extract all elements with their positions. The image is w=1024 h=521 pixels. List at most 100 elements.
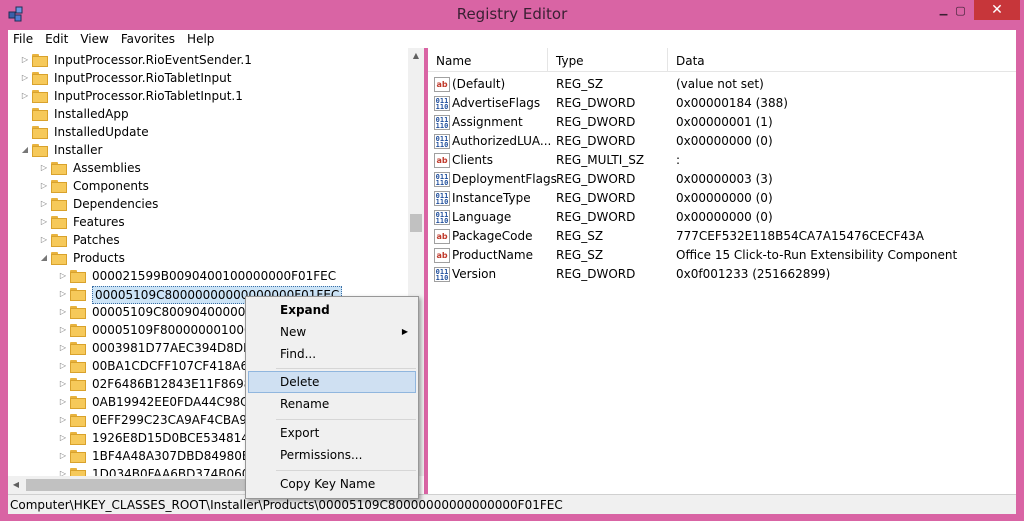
menu-item-expand[interactable]: Expand (248, 299, 416, 321)
tree-item-label[interactable]: InstalledUpdate (54, 123, 149, 141)
tree-item[interactable]: InstalledApp (8, 105, 424, 123)
tree-item[interactable]: ▷ Assemblies (8, 159, 424, 177)
folder-icon (32, 90, 48, 103)
value-row[interactable]: 011 110 Assignment REG_DWORD 0x00000001 (1) (428, 113, 1016, 132)
menu-item-export[interactable]: Export (248, 422, 416, 444)
menu-item-permissions[interactable]: Permissions... (248, 444, 416, 466)
tree-item-label[interactable]: Components (73, 177, 149, 195)
expand-arrow-icon[interactable]: ▷ (39, 213, 49, 231)
tree-item-label[interactable]: Installer (54, 141, 102, 159)
tree-item[interactable]: InstalledUpdate (8, 123, 424, 141)
tree-item[interactable]: ▷ InputProcessor.RioEventSender.1 (8, 51, 424, 69)
menu-item-find[interactable]: Find... (248, 343, 416, 365)
value-data: Office 15 Click-to-Run Extensibility Com… (676, 248, 958, 262)
tree-item-label[interactable]: Assemblies (73, 159, 141, 177)
expand-arrow-icon[interactable]: ▷ (39, 177, 49, 195)
expand-arrow-icon[interactable]: ▷ (58, 447, 68, 465)
tree-item-label[interactable]: InputProcessor.RioTabletInput (54, 69, 231, 87)
collapse-arrow-icon[interactable]: ◢ (39, 249, 49, 267)
expand-arrow-icon[interactable]: ▷ (58, 411, 68, 429)
expand-arrow-icon[interactable]: ▷ (58, 339, 68, 357)
expand-arrow-icon[interactable]: ▷ (39, 159, 49, 177)
expand-arrow-icon[interactable] (20, 123, 30, 141)
menu-view[interactable]: View (74, 30, 114, 48)
scroll-left-icon[interactable]: ◀ (8, 476, 24, 494)
menu-bar: File Edit View Favorites Help (8, 30, 1016, 48)
column-data-header[interactable]: Data (668, 48, 1016, 72)
tree-item-label[interactable]: Features (73, 213, 125, 231)
tree-item-label[interactable]: Patches (73, 231, 120, 249)
maximize-button[interactable]: ▢ (947, 0, 974, 20)
value-name: PackageCode (452, 229, 533, 243)
value-row[interactable]: 011 110 DeploymentFlags REG_DWORD 0x00000003… (428, 170, 1016, 189)
list-header: Name Type Data (428, 48, 1016, 72)
expand-arrow-icon[interactable]: ▷ (20, 51, 30, 69)
menu-help[interactable]: Help (181, 30, 220, 48)
value-row[interactable]: 011 110 Version REG_DWORD 0x0f001233 (251662… (428, 265, 1016, 284)
value-row[interactable]: ab ProductName REG_SZ Office 15 Click-to-Ru… (428, 246, 1016, 265)
tree-item[interactable]: ▷ 000021599B0090400100000000F01FEC (8, 267, 424, 285)
tree-item-label[interactable]: 000021599B0090400100000000F01FEC (92, 267, 336, 285)
menu-item-delete[interactable]: Delete (248, 371, 416, 393)
tree-item[interactable]: ◢ Installer (8, 141, 424, 159)
value-row[interactable]: ab (Default) REG_SZ (value not set) (428, 75, 1016, 94)
scroll-thumb[interactable] (410, 214, 422, 232)
tree-item[interactable]: ▷ Components (8, 177, 424, 195)
expand-arrow-icon[interactable]: ▷ (58, 321, 68, 339)
horizontal-scroll-thumb[interactable] (26, 479, 246, 491)
folder-icon (51, 180, 67, 193)
menu-file[interactable]: File (8, 30, 39, 48)
tree-item[interactable]: ▷ InputProcessor.RioTabletInput (8, 69, 424, 87)
tree-item-label[interactable]: Products (73, 249, 125, 267)
tree-item[interactable]: ▷ Patches (8, 231, 424, 249)
collapse-arrow-icon[interactable]: ◢ (20, 141, 30, 159)
close-button[interactable]: ✕ (974, 0, 1020, 20)
expand-arrow-icon[interactable]: ▷ (39, 231, 49, 249)
tree-item-label[interactable]: InputProcessor.RioEventSender.1 (54, 51, 252, 69)
value-row[interactable]: 011 110 AuthorizedLUA... REG_DWORD 0x0000000… (428, 132, 1016, 151)
value-row[interactable]: ab PackageCode REG_SZ 777CEF532E118B54CA7A1… (428, 227, 1016, 246)
expand-arrow-icon[interactable] (20, 105, 30, 123)
tree-item[interactable]: ▷ InputProcessor.RioTabletInput.1 (8, 87, 424, 105)
tree-item[interactable]: ◢ Products (8, 249, 424, 267)
menu-item-new[interactable]: New ▶ (248, 321, 416, 343)
value-row[interactable]: ab Clients REG_MULTI_SZ: (428, 151, 1016, 170)
binary-value-icon: 011 110 (434, 191, 450, 206)
tree-item-label[interactable]: InputProcessor.RioTabletInput.1 (54, 87, 243, 105)
tree-item[interactable]: ▷ Dependencies (8, 195, 424, 213)
tree-item-label[interactable]: 02F6486B12843E11F869800 (92, 375, 267, 393)
menu-item-copy-key-name[interactable]: Copy Key Name (248, 473, 416, 495)
submenu-arrow-icon: ▶ (401, 327, 408, 336)
expand-arrow-icon[interactable]: ▷ (58, 357, 68, 375)
expand-arrow-icon[interactable]: ▷ (58, 285, 68, 303)
tree-item-label[interactable]: 0EFF299C23CA9AF4CBA91F3 (92, 411, 269, 429)
value-row[interactable]: 011 110 Language REG_DWORD 0x00000000 (0) (428, 208, 1016, 227)
folder-icon (70, 450, 86, 463)
expand-arrow-icon[interactable]: ▷ (39, 195, 49, 213)
menu-item-rename[interactable]: Rename (248, 393, 416, 415)
tree-item-label[interactable]: InstalledApp (54, 105, 129, 123)
menu-item-label: Permissions... (280, 448, 363, 462)
value-row[interactable]: 011 110 InstanceType REG_DWORD 0x00000000 (0… (428, 189, 1016, 208)
value-data: 0x00000003 (3) (676, 172, 773, 186)
tree-item-label[interactable]: Dependencies (73, 195, 158, 213)
tree-item[interactable]: ▷ Features (8, 213, 424, 231)
expand-arrow-icon[interactable]: ▷ (58, 303, 68, 321)
folder-icon (70, 306, 86, 319)
expand-arrow-icon[interactable]: ▷ (58, 393, 68, 411)
expand-arrow-icon[interactable]: ▷ (58, 429, 68, 447)
expand-arrow-icon[interactable]: ▷ (58, 375, 68, 393)
menu-favorites[interactable]: Favorites (115, 30, 181, 48)
scroll-up-icon[interactable]: ▲ (408, 48, 424, 64)
menu-item-label: Rename (280, 397, 330, 411)
menu-item-label: Delete (280, 375, 320, 389)
values-list[interactable]: Name Type Data ab (Default) REG_SZ (value n… (428, 48, 1016, 494)
column-name-header[interactable]: Name (428, 48, 548, 72)
expand-arrow-icon[interactable]: ▷ (20, 69, 30, 87)
menu-edit[interactable]: Edit (39, 30, 74, 48)
folder-icon (70, 432, 86, 445)
expand-arrow-icon[interactable]: ▷ (20, 87, 30, 105)
column-type-header[interactable]: Type (548, 48, 668, 72)
value-row[interactable]: 011 110 AdvertiseFlags REG_DWORD 0x00000184 … (428, 94, 1016, 113)
expand-arrow-icon[interactable]: ▷ (58, 267, 68, 285)
